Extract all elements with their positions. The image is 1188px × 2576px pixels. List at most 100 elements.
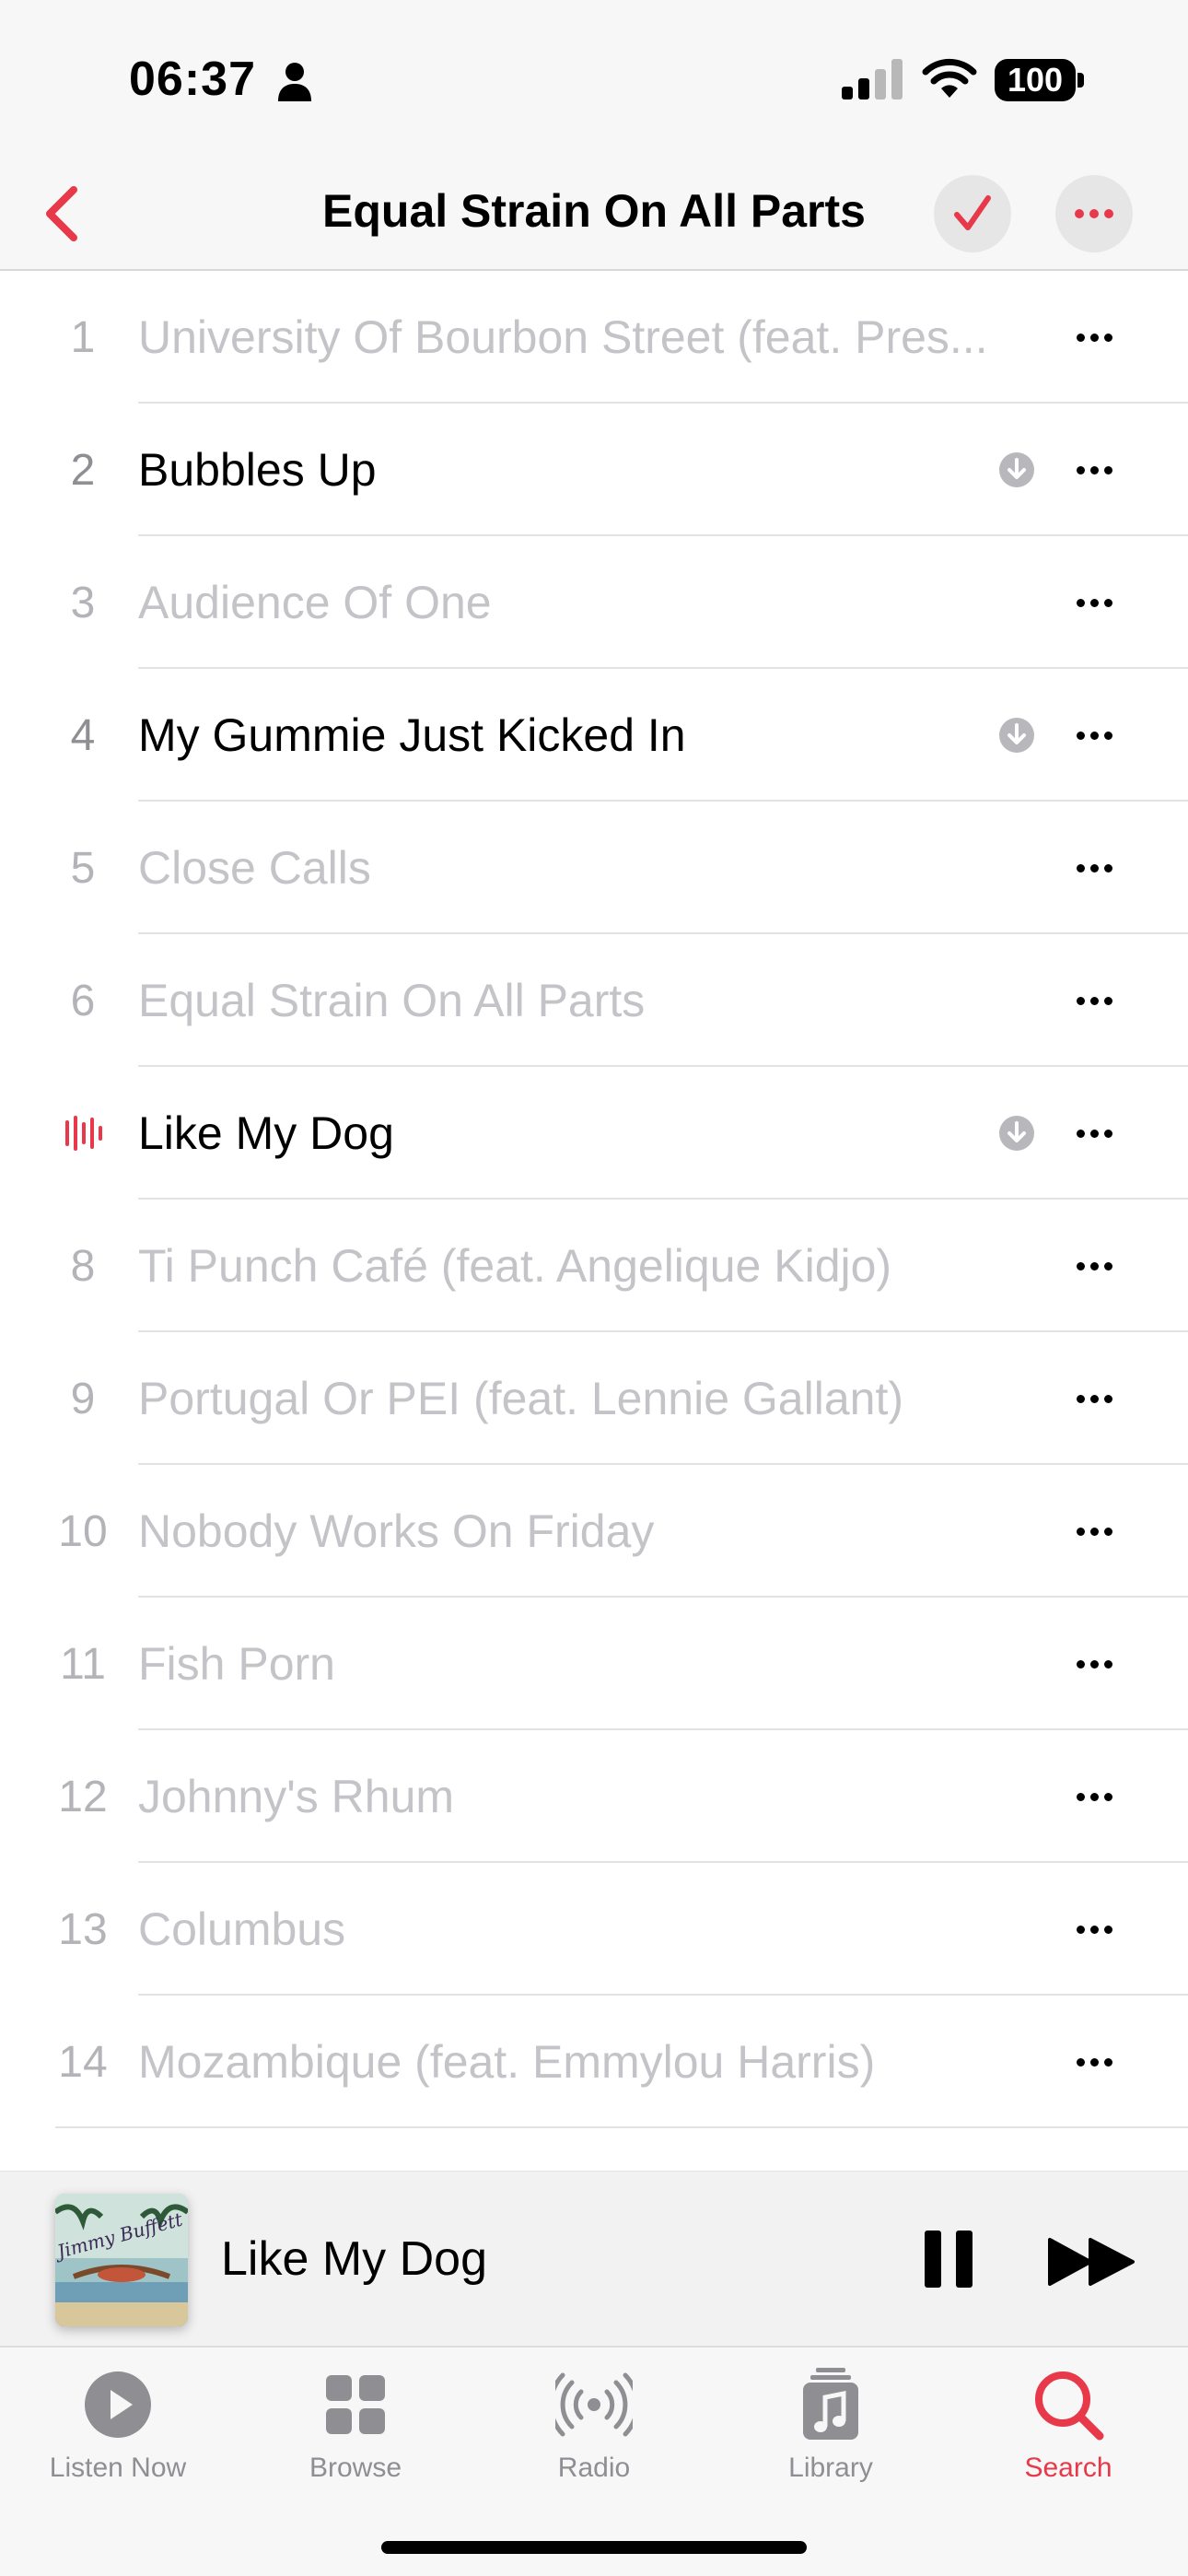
battery-icon: 100: [995, 59, 1085, 101]
track-more-button[interactable]: [1066, 1380, 1122, 1417]
album-artwork-image: Jimmy Buffett: [55, 2194, 188, 2326]
track-more-button[interactable]: [1066, 1247, 1122, 1284]
track-row[interactable]: 2 Bubbles Up: [0, 404, 1188, 536]
track-title: My Gummie Just Kicked In: [138, 709, 686, 761]
ellipsis-icon: [1076, 731, 1085, 740]
track-list: 1 University Of Bourbon Street (feat. Pr…: [0, 271, 1188, 2128]
forward-button[interactable]: [1048, 2236, 1136, 2288]
track-number: 12: [58, 1772, 108, 1821]
track-row[interactable]: 3 Audience Of One: [0, 536, 1188, 669]
ellipsis-dot: [1103, 731, 1112, 740]
tab-label: Library: [788, 2453, 873, 2483]
wifi-icon: [922, 58, 977, 98]
ellipsis-dot: [1089, 731, 1099, 740]
ellipsis-dot: [1103, 1394, 1112, 1403]
radio-icon: [555, 2372, 633, 2437]
track-more-button[interactable]: [1066, 2043, 1122, 2080]
ellipsis-dot: [1103, 333, 1112, 342]
track-row[interactable]: 14 Mozambique (feat. Emmylou Harris): [0, 1996, 1188, 2128]
search-icon: [1035, 2371, 1104, 2441]
track-title: Fish Porn: [138, 1638, 335, 1690]
track-row[interactable]: 10 Nobody Works On Friday: [0, 1465, 1188, 1598]
ellipsis-dot: [1103, 996, 1112, 1005]
track-more-button[interactable]: [1066, 982, 1122, 1019]
ellipsis-icon: [1076, 1925, 1085, 1934]
divider: [55, 2126, 1188, 2128]
track-row[interactable]: 9 Portugal Or PEI (feat. Lennie Gallant): [0, 1332, 1188, 1465]
ellipsis-icon: [1076, 2057, 1085, 2067]
status-time: 06:37: [129, 53, 256, 106]
ellipsis-dot: [1089, 2057, 1099, 2067]
track-more-button[interactable]: [1066, 1911, 1122, 1948]
mini-player[interactable]: Jimmy Buffett Like My Dog: [0, 2171, 1188, 2346]
track-row[interactable]: 4 My Gummie Just Kicked In: [0, 669, 1188, 802]
track-more-button[interactable]: [1066, 1513, 1122, 1550]
ellipsis-icon: [1076, 1394, 1085, 1403]
status-bar: 06:37 100: [0, 0, 1188, 157]
tab-search[interactable]: Search: [976, 2366, 1160, 2504]
track-title: Portugal Or PEI (feat. Lennie Gallant): [138, 1373, 903, 1424]
track-number: 5: [70, 843, 96, 893]
track-row[interactable]: 5 Close Calls: [0, 802, 1188, 934]
track-more-button[interactable]: [1066, 849, 1122, 886]
person-icon: [278, 63, 311, 101]
ellipsis-dot: [1089, 1792, 1099, 1801]
ellipsis-icon: [1076, 1659, 1085, 1669]
track-more-button[interactable]: [1066, 1778, 1122, 1815]
track-row[interactable]: 12 Johnny's Rhum: [0, 1730, 1188, 1863]
tab-listen-now[interactable]: Listen Now: [26, 2366, 210, 2504]
done-button[interactable]: [934, 175, 1011, 252]
ellipsis-dot: [1089, 1129, 1099, 1138]
track-more-button[interactable]: [1066, 319, 1122, 356]
now-playing-title: Like My Dog: [221, 2232, 487, 2286]
ellipsis-dot: [1103, 863, 1112, 872]
track-title: Close Calls: [138, 842, 371, 894]
track-more-button[interactable]: [1066, 717, 1122, 754]
tab-label: Search: [1024, 2453, 1112, 2483]
track-more-button[interactable]: [1066, 1115, 1122, 1152]
track-number: 8: [70, 1241, 96, 1291]
chevron-left-icon: [46, 186, 77, 241]
forward-icon: [1048, 2238, 1135, 2286]
ellipsis-icon: [1076, 598, 1085, 607]
track-row[interactable]: 8 Ti Punch Café (feat. Angelique Kidjo): [0, 1200, 1188, 1332]
checkmark-icon: [954, 195, 991, 230]
album-artwork[interactable]: Jimmy Buffett: [55, 2194, 188, 2326]
back-button[interactable]: [28, 177, 101, 251]
ellipsis-icon: [1076, 1261, 1085, 1270]
track-more-button[interactable]: [1066, 1645, 1122, 1682]
track-number: 11: [60, 1639, 106, 1689]
track-row-now-playing[interactable]: Like My Dog: [0, 1067, 1188, 1200]
ellipsis-icon: [1076, 996, 1085, 1005]
track-more-button[interactable]: [1066, 451, 1122, 488]
tab-library[interactable]: Library: [739, 2366, 923, 2504]
ellipsis-dot: [1104, 209, 1113, 218]
track-row[interactable]: 11 Fish Porn: [0, 1598, 1188, 1730]
track-row[interactable]: 13 Columbus: [0, 1863, 1188, 1996]
track-more-button[interactable]: [1066, 584, 1122, 621]
tab-radio[interactable]: Radio: [502, 2366, 686, 2504]
ellipsis-dot: [1103, 598, 1112, 607]
now-playing-icon: [65, 1116, 102, 1151]
pause-icon: [925, 2231, 973, 2288]
ellipsis-dot: [1089, 1527, 1099, 1536]
track-row[interactable]: 1 University Of Bourbon Street (feat. Pr…: [0, 271, 1188, 404]
tab-browse[interactable]: Browse: [263, 2366, 448, 2504]
pause-button[interactable]: [923, 2229, 974, 2289]
ellipsis-dot: [1103, 1792, 1112, 1801]
downloaded-icon: [999, 1116, 1034, 1151]
track-number: 10: [58, 1506, 108, 1556]
ellipsis-icon: [1076, 863, 1085, 872]
more-options-button[interactable]: [1055, 175, 1133, 252]
track-title: Like My Dog: [138, 1107, 394, 1159]
ellipsis-dot: [1103, 1129, 1112, 1138]
ellipsis-dot: [1103, 1925, 1112, 1934]
ellipsis-icon: [1076, 1527, 1085, 1536]
tab-label: Listen Now: [49, 2453, 187, 2483]
ellipsis-icon: [1076, 1129, 1085, 1138]
ellipsis-dot: [1089, 333, 1099, 342]
home-indicator[interactable]: [381, 2541, 807, 2554]
downloaded-icon: [999, 718, 1034, 753]
track-number: 9: [70, 1374, 96, 1423]
track-row[interactable]: 6 Equal Strain On All Parts: [0, 934, 1188, 1067]
